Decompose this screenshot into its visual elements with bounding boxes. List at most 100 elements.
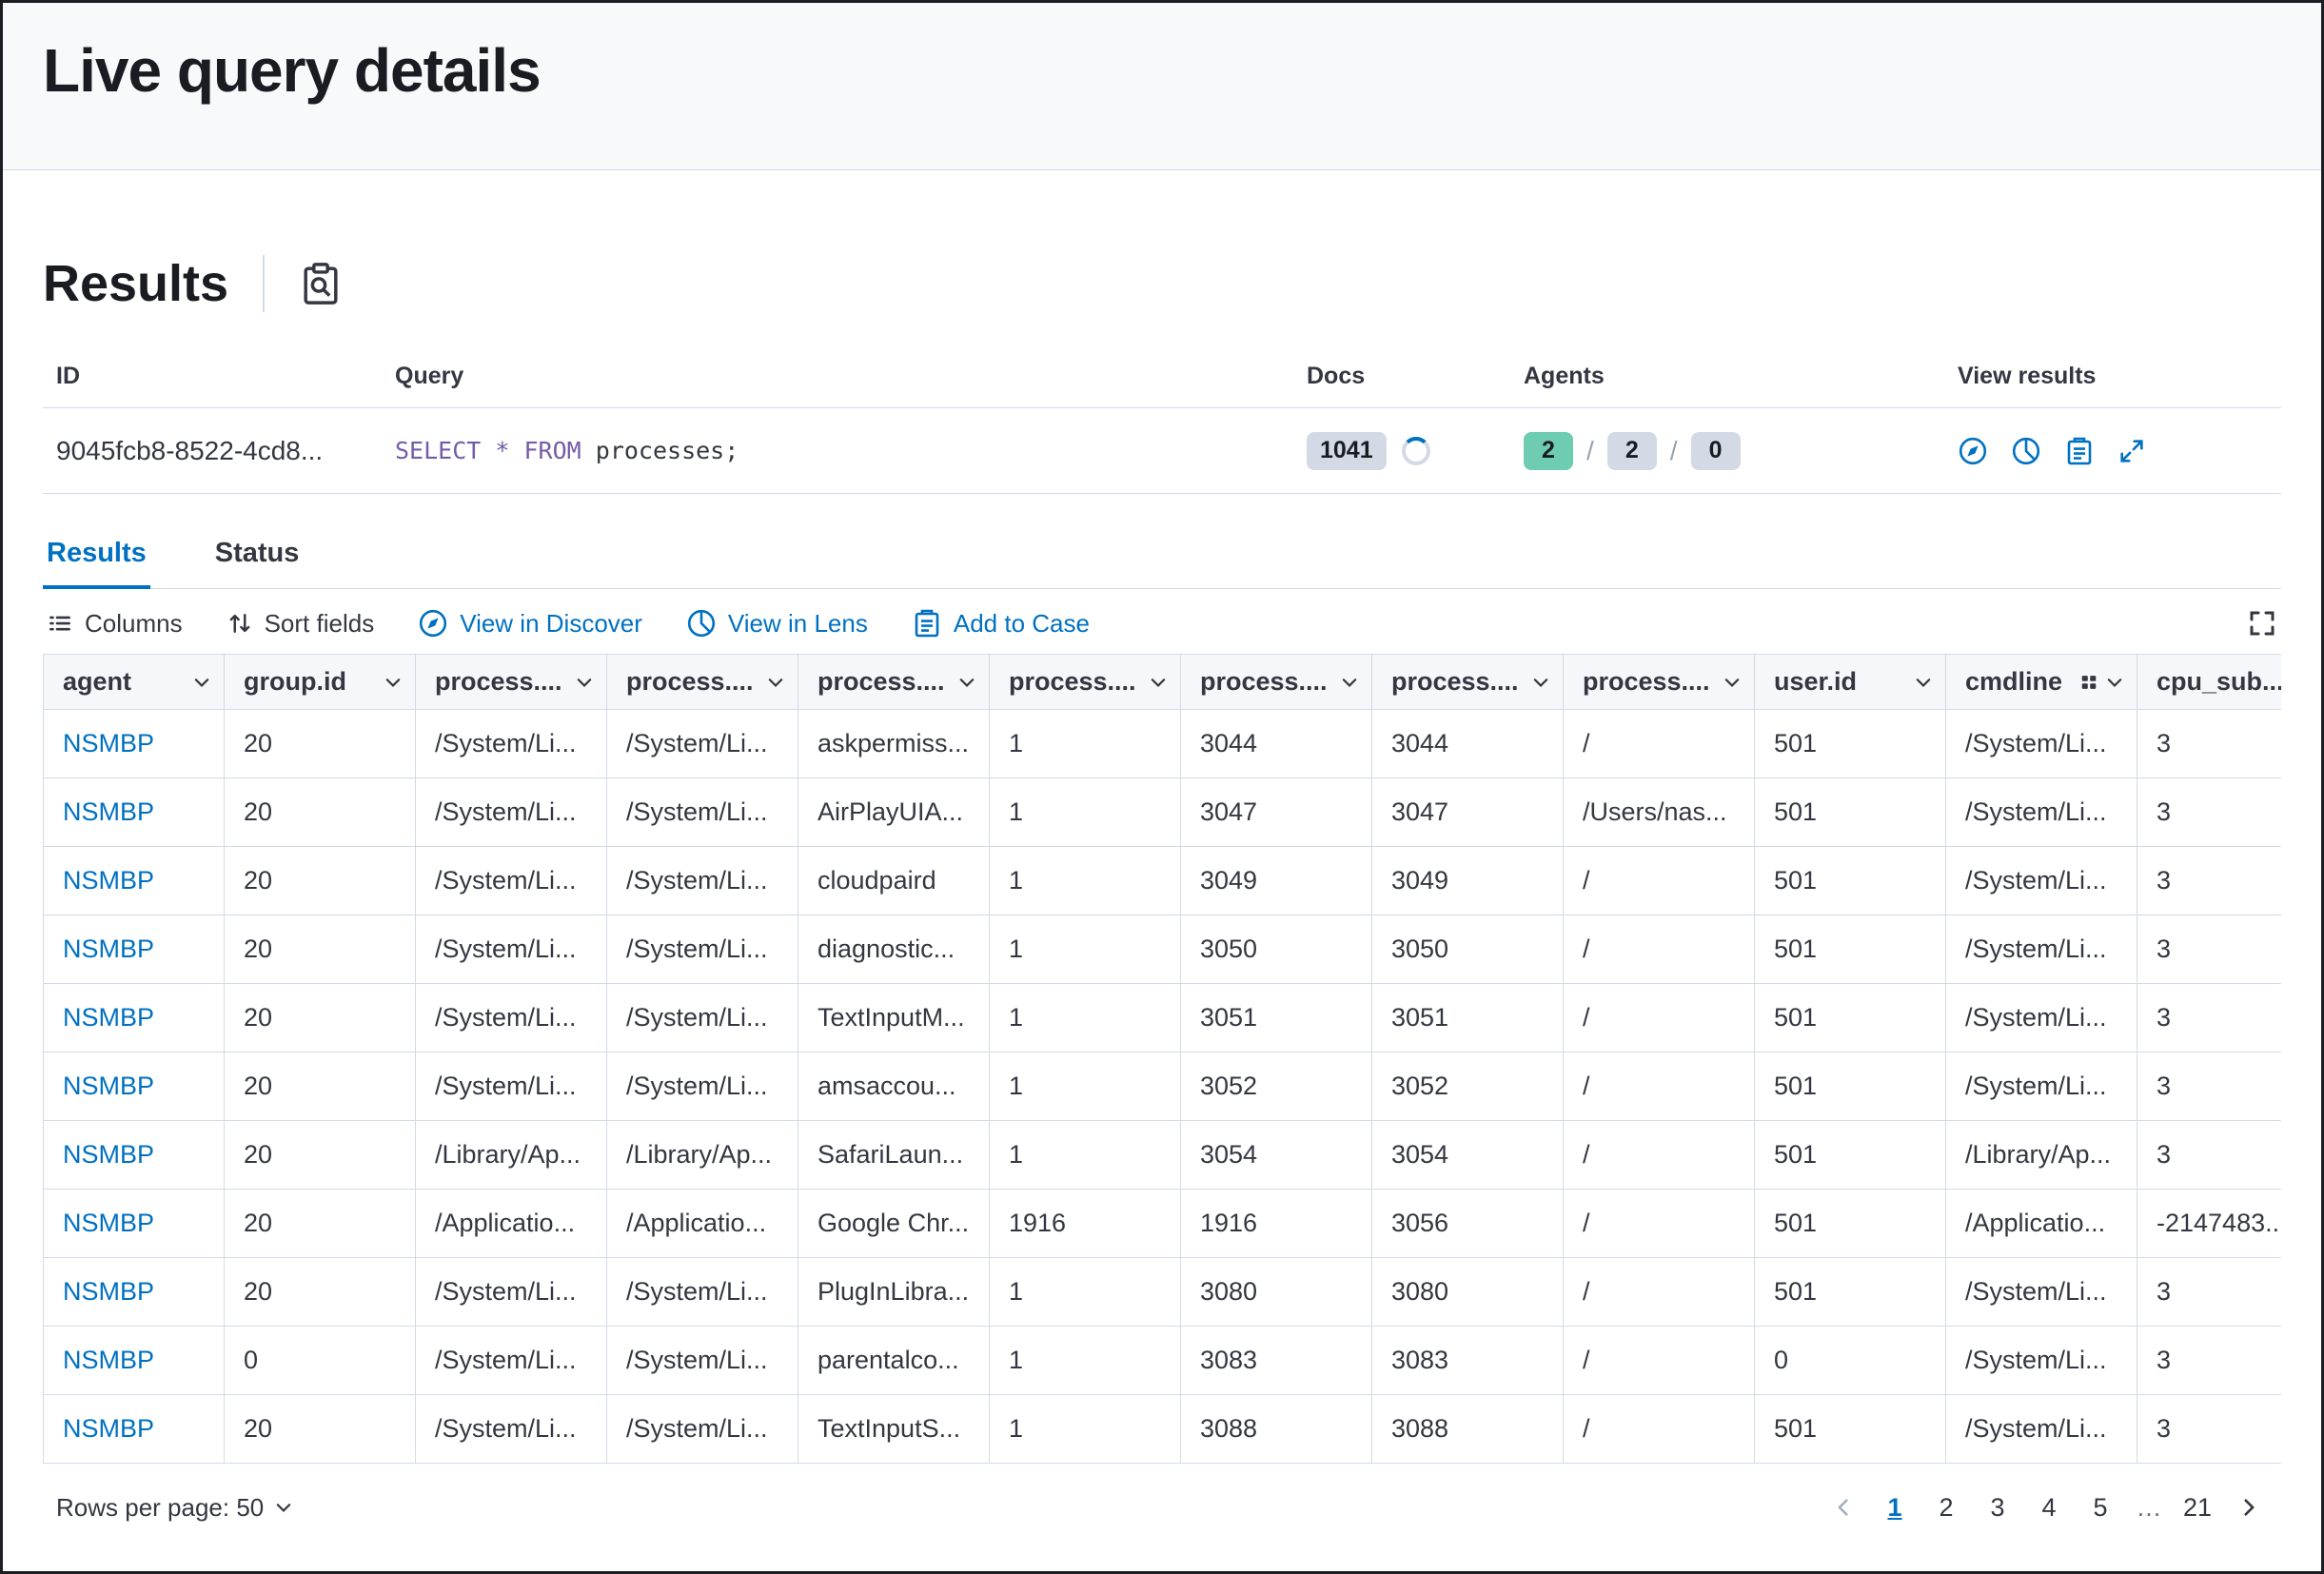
table-cell: /: [1564, 1053, 1755, 1121]
table-cell: /Applicatio...: [416, 1190, 607, 1258]
table-cell: /Users/nas...: [1564, 778, 1755, 847]
table-cell: 3080: [1372, 1258, 1564, 1327]
docs-cell: 1041: [1293, 432, 1510, 470]
agent-link[interactable]: NSMBP: [44, 1395, 225, 1464]
prev-page-button[interactable]: [1821, 1485, 1866, 1530]
table-cell: 3054: [1372, 1121, 1564, 1190]
grid-column-header[interactable]: process....: [1181, 655, 1372, 710]
summary-header-agents: Agents: [1510, 363, 1944, 390]
view-in-lens-label: View in Lens: [728, 609, 868, 639]
sort-fields-button[interactable]: Sort fields: [226, 609, 375, 639]
inspect-button[interactable]: [299, 262, 343, 305]
chevron-down-icon[interactable]: [574, 672, 595, 693]
chevron-down-icon[interactable]: [956, 672, 977, 693]
agent-link[interactable]: NSMBP: [44, 1053, 225, 1121]
lens-button[interactable]: [2011, 436, 2041, 466]
summary-header-docs: Docs: [1293, 363, 1510, 390]
table-cell: 0: [1755, 1327, 1946, 1395]
table-cell: /System/Li...: [1946, 984, 2137, 1053]
columns-icon: [47, 610, 73, 637]
tab-results[interactable]: Results: [43, 517, 150, 588]
query-token: *: [495, 437, 509, 464]
chevron-down-icon[interactable]: [1722, 672, 1743, 693]
table-cell: 1916: [1181, 1190, 1372, 1258]
table-cell: AirPlayUIA...: [798, 778, 990, 847]
vertical-divider: [263, 255, 265, 312]
view-in-lens-link[interactable]: View in Lens: [686, 608, 868, 639]
page-button[interactable]: 3: [1975, 1485, 2020, 1530]
table-cell: /: [1564, 1327, 1755, 1395]
grid-column-header[interactable]: cmdline: [1946, 655, 2137, 710]
table-cell: /System/Li...: [1946, 1327, 2137, 1395]
tab-status[interactable]: Status: [211, 517, 304, 588]
agent-link[interactable]: NSMBP: [44, 1258, 225, 1327]
summary-header-row: ID Query Docs Agents View results: [43, 363, 2281, 408]
next-page-button[interactable]: [2226, 1485, 2272, 1530]
table-row: NSMBP20/System/Li.../System/Li...TextInp…: [44, 1395, 2281, 1464]
grid-column-label: process....: [1009, 667, 1136, 697]
table-cell: 3: [2137, 1053, 2281, 1121]
query-code: SELECT * FROM processes;: [395, 437, 739, 464]
table-cell: /: [1564, 915, 1755, 984]
grid-column-header[interactable]: group.id: [225, 655, 416, 710]
grid-toolbar: Columns Sort fields View in Discover Vie…: [43, 589, 2281, 654]
table-cell: 3056: [1372, 1190, 1564, 1258]
discover-button[interactable]: [1958, 436, 1988, 466]
agent-link[interactable]: NSMBP: [44, 710, 225, 778]
grid-column-header[interactable]: process....: [1564, 655, 1755, 710]
table-cell: 20: [225, 847, 416, 915]
table-cell: 1: [990, 710, 1181, 778]
add-to-case-link[interactable]: Add to Case: [912, 608, 1090, 639]
page-button[interactable]: 1: [1872, 1485, 1918, 1530]
table-cell: 3052: [1181, 1053, 1372, 1121]
chevron-down-icon[interactable]: [1530, 672, 1551, 693]
chevron-down-icon[interactable]: [1913, 672, 1934, 693]
grid-column-header[interactable]: cpu_sub...: [2137, 655, 2281, 710]
case-button[interactable]: [2064, 436, 2095, 466]
chevron-down-icon[interactable]: [1339, 672, 1360, 693]
page-button[interactable]: 5: [2078, 1485, 2123, 1530]
agent-link[interactable]: NSMBP: [44, 915, 225, 984]
agent-link[interactable]: NSMBP: [44, 847, 225, 915]
grid-column-header[interactable]: user.id: [1755, 655, 1946, 710]
page-button[interactable]: 21: [2175, 1485, 2220, 1530]
chevron-down-icon[interactable]: [383, 672, 404, 693]
agent-link[interactable]: NSMBP: [44, 1190, 225, 1258]
grid-column-label: cmdline: [1965, 667, 2062, 697]
live-query-details-page: Live query details Results ID Query Docs…: [0, 0, 2324, 1574]
agent-link[interactable]: NSMBP: [44, 778, 225, 847]
grid-column-header[interactable]: process....: [990, 655, 1181, 710]
table-cell: 3044: [1181, 710, 1372, 778]
column-actions-icon[interactable]: [2079, 673, 2098, 692]
table-cell: /System/Li...: [416, 847, 607, 915]
grid-column-header[interactable]: process....: [416, 655, 607, 710]
expand-button[interactable]: [2117, 437, 2146, 465]
columns-button[interactable]: Columns: [47, 609, 183, 639]
table-cell: /Library/Ap...: [416, 1121, 607, 1190]
chevron-down-icon[interactable]: [191, 672, 212, 693]
view-in-discover-link[interactable]: View in Discover: [418, 608, 642, 639]
grid-column-header[interactable]: process....: [798, 655, 990, 710]
chevron-down-icon[interactable]: [765, 672, 786, 693]
table-cell: /System/Li...: [1946, 1395, 2137, 1464]
agent-link[interactable]: NSMBP: [44, 984, 225, 1053]
agent-count-badge: 2: [1607, 432, 1657, 470]
chevron-down-icon[interactable]: [2104, 672, 2125, 693]
table-cell: 3: [2137, 1258, 2281, 1327]
grid-column-header[interactable]: agent: [44, 655, 225, 710]
page-button[interactable]: 4: [2026, 1485, 2072, 1530]
table-cell: 3050: [1372, 915, 1564, 984]
rows-per-page-button[interactable]: Rows per page: 50: [56, 1493, 294, 1523]
grid-column-header[interactable]: process....: [607, 655, 798, 710]
fullscreen-button[interactable]: [2247, 608, 2277, 639]
page-button[interactable]: 2: [1923, 1485, 1969, 1530]
table-row: NSMBP20/Library/Ap.../Library/Ap...Safar…: [44, 1121, 2281, 1190]
grid-column-header[interactable]: process....: [1372, 655, 1564, 710]
query-token: FROM: [524, 437, 581, 464]
table-row: NSMBP20/System/Li.../System/Li...TextInp…: [44, 984, 2281, 1053]
agent-link[interactable]: NSMBP: [44, 1121, 225, 1190]
table-cell: 501: [1755, 984, 1946, 1053]
table-cell: 3: [2137, 915, 2281, 984]
agent-link[interactable]: NSMBP: [44, 1327, 225, 1395]
chevron-down-icon[interactable]: [1148, 672, 1169, 693]
